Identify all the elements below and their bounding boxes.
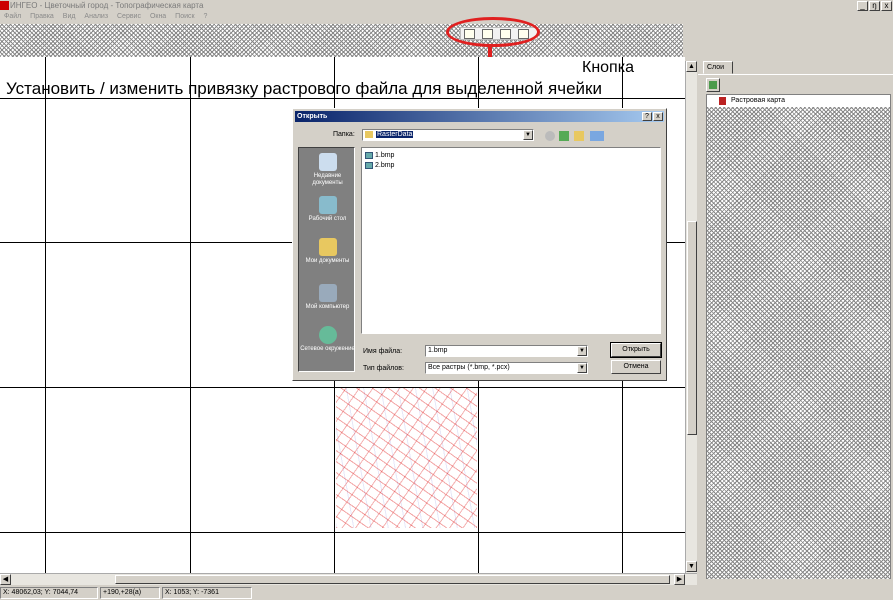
scroll-down-icon[interactable]: ▼	[686, 561, 697, 572]
highlight-ellipse	[446, 17, 540, 47]
place-network-label: Сетевое окружение	[300, 346, 355, 352]
tab-divider	[698, 74, 893, 75]
scroll-left-icon[interactable]: ◀	[0, 574, 11, 585]
close-button[interactable]: x	[881, 1, 892, 11]
open-dialog: Открыть ? x Папка: RasterData ▼ Недавние…	[292, 108, 667, 381]
chevron-down-icon[interactable]: ▼	[577, 346, 587, 356]
status-offset: +190,+28(a)	[100, 587, 160, 599]
filetype-value: Все растры (*.bmp, *.pcx)	[428, 364, 510, 371]
folder-label: Папка:	[333, 131, 355, 138]
places-bar: Недавние документы Рабочий стол Мои доку…	[298, 147, 355, 372]
chevron-down-icon[interactable]: ▼	[523, 130, 533, 140]
up-folder-icon[interactable]	[559, 131, 569, 141]
layer-item-label: Растровая карта	[731, 97, 785, 104]
filetype-select[interactable]: Все растры (*.bmp, *.pcx) ▼	[425, 362, 588, 374]
add-layer-button[interactable]	[706, 78, 720, 92]
place-my-documents[interactable]: Мои документы	[299, 238, 356, 265]
title-bar: ИНГЕО - Цветочный город - Топографическа…	[0, 0, 893, 13]
my-documents-icon	[318, 238, 337, 256]
file-list[interactable]: 1.bmp 2.bmp	[361, 147, 661, 334]
menu-edit[interactable]: Правка	[30, 13, 54, 20]
grid-line	[0, 532, 685, 533]
scroll-thumb[interactable]	[115, 575, 670, 584]
restore-button[interactable]: ŋ	[869, 1, 880, 11]
toolbar	[0, 24, 683, 57]
menu-service[interactable]: Сервис	[117, 13, 141, 20]
raster-layer-icon	[719, 97, 726, 105]
file-name: 2.bmp	[375, 162, 395, 169]
back-icon[interactable]	[545, 131, 555, 141]
menu-analysis[interactable]: Анализ	[84, 13, 108, 20]
bitmap-file-icon	[365, 152, 373, 159]
place-recent[interactable]: Недавние документы	[299, 153, 356, 187]
layer-list[interactable]: Растровая карта	[706, 94, 891, 579]
place-recent-label: Недавние документы	[312, 173, 343, 186]
place-desktop[interactable]: Рабочий стол	[299, 196, 356, 223]
menu-view[interactable]: Вид	[63, 13, 76, 20]
status-bar: X: 48062,03; Y: 7044,74 +190,+28(a) X: 1…	[0, 586, 893, 600]
menu-windows[interactable]: Окна	[150, 13, 166, 20]
filename-value: 1.bmp	[428, 347, 448, 354]
button-callout-label: Кнопка	[582, 59, 634, 76]
layer-item[interactable]: Растровая карта	[707, 95, 890, 107]
menu-search[interactable]: Поиск	[175, 13, 194, 20]
chevron-down-icon[interactable]: ▼	[577, 363, 587, 373]
folder-value: RasterData	[376, 131, 414, 138]
folder-select[interactable]: RasterData ▼	[362, 129, 534, 141]
dialog-title: Открыть	[295, 111, 664, 122]
vertical-scrollbar[interactable]: ▲ ▼	[685, 61, 697, 573]
folder-icon	[365, 130, 373, 138]
status-cell: X: 1053; Y: -7361	[162, 587, 252, 599]
raster-map-cell[interactable]	[336, 388, 477, 528]
bitmap-file-icon	[365, 162, 373, 169]
cancel-button[interactable]: Отмена	[611, 360, 661, 374]
place-my-documents-label: Мои документы	[305, 258, 350, 264]
grid-line	[190, 57, 191, 573]
window-title: ИНГЕО - Цветочный город - Топографическа…	[10, 1, 204, 10]
recent-docs-icon	[318, 153, 337, 171]
layers-panel: Слои Растровая карта	[698, 57, 893, 586]
new-folder-icon[interactable]	[574, 131, 584, 141]
filename-field[interactable]: 1.bmp ▼	[425, 345, 588, 357]
scroll-thumb[interactable]	[687, 221, 697, 435]
place-my-computer[interactable]: Мой компьютер	[299, 284, 356, 311]
place-network[interactable]: Сетевое окружение	[299, 326, 356, 353]
menu-file[interactable]: Файл	[4, 13, 21, 20]
file-name: 1.bmp	[375, 152, 395, 159]
horizontal-scrollbar[interactable]: ◀ ▶	[0, 573, 697, 585]
layer-list-empty	[707, 107, 890, 579]
network-icon	[318, 326, 337, 344]
tab-layers[interactable]: Слои	[703, 61, 733, 74]
minimize-button[interactable]: _	[857, 1, 868, 11]
scroll-right-icon[interactable]: ▶	[674, 574, 685, 585]
grid-line	[45, 57, 46, 573]
place-my-computer-label: Мой компьютер	[305, 304, 350, 310]
scroll-up-icon[interactable]: ▲	[686, 61, 697, 72]
place-desktop-label: Рабочий стол	[308, 216, 347, 222]
instruction-callout: Установить / изменить привязку растровог…	[6, 79, 602, 98]
open-button[interactable]: Открыть	[610, 342, 662, 358]
view-menu-icon[interactable]	[590, 131, 604, 141]
menu-help[interactable]: ?	[204, 13, 208, 20]
my-computer-icon	[318, 284, 337, 302]
desktop-icon	[318, 196, 337, 214]
list-item[interactable]: 2.bmp	[365, 161, 394, 170]
close-icon[interactable]: x	[653, 112, 663, 121]
app-icon	[0, 1, 9, 10]
list-item[interactable]: 1.bmp	[365, 151, 394, 160]
menu-bar: Файл Правка Вид Анализ Сервис Окна Поиск…	[0, 13, 893, 24]
status-coords: X: 48062,03; Y: 7044,74	[0, 587, 98, 599]
help-icon[interactable]: ?	[642, 112, 652, 121]
filename-label: Имя файла:	[363, 348, 403, 355]
layer-icon	[709, 81, 717, 89]
filetype-label: Тип файлов:	[363, 365, 404, 372]
